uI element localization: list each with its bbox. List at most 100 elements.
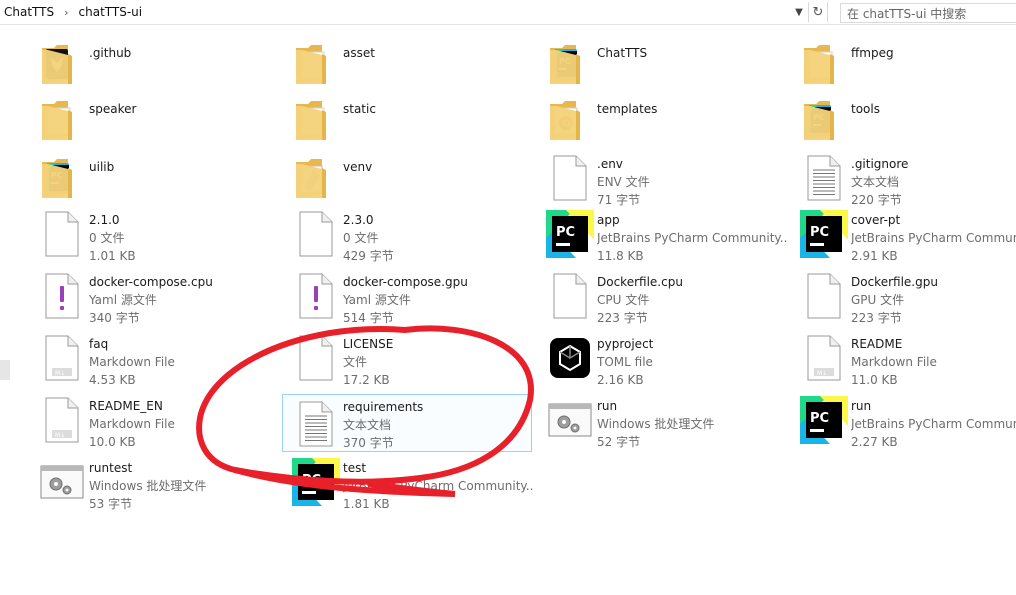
file-size: 1.01 KB	[89, 249, 136, 263]
file-name: pyproject	[597, 337, 654, 351]
file-type: ENV 文件	[597, 175, 650, 189]
file-name: README_EN	[89, 399, 163, 413]
file-details: venv	[343, 158, 533, 176]
file-type: 文本文档	[851, 175, 900, 189]
file-item-faq[interactable]: M↓ faq Markdown File 4.53 KB	[38, 334, 278, 390]
file-item-chattts[interactable]: PCChatTTS	[546, 40, 786, 90]
search-input[interactable]: 在 chatTTS-ui 中搜索	[840, 3, 1016, 23]
file-item-uilib[interactable]: PCuilib	[38, 154, 278, 210]
file-name: faq	[89, 337, 109, 351]
file-item-readme-en[interactable]: M↓ README_EN Markdown File 10.0 KB	[38, 396, 278, 452]
file-item-speaker[interactable]: speaker	[38, 96, 278, 146]
file-item-runtest[interactable]: runtest Windows 批处理文件 53 字节	[38, 458, 278, 514]
file-item-templates[interactable]: templates	[546, 96, 786, 146]
file-type: JetBrains PyCharm Community...	[597, 231, 787, 245]
file-details: README_EN Markdown File 10.0 KB	[89, 397, 279, 451]
file-item-dockerfile-gpu[interactable]: Dockerfile.gpu GPU 文件 223 字节	[800, 272, 1016, 328]
file-item-run[interactable]: PC run JetBrains PyCharm Communit 2.27 KB	[800, 396, 1016, 452]
file-details: .gitignore 文本文档 220 字节	[851, 155, 1016, 209]
file-size: 370 字节	[343, 436, 394, 450]
file-size: 1.81 KB	[343, 497, 390, 511]
file-item-run[interactable]: run Windows 批处理文件 52 字节	[546, 396, 786, 452]
file-details: Dockerfile.gpu GPU 文件 223 字节	[851, 273, 1016, 327]
file-name: 2.1.0	[89, 213, 120, 227]
file-details: ffmpeg	[851, 44, 1016, 62]
file-item-app[interactable]: PC app JetBrains PyCharm Community... 11.8 …	[546, 210, 787, 266]
file-details: run JetBrains PyCharm Communit 2.27 KB	[851, 397, 1016, 451]
refresh-button[interactable]: ↻	[808, 2, 828, 22]
folder-icon	[292, 40, 340, 88]
file-size: 4.53 KB	[89, 373, 136, 387]
file-name: tools	[851, 102, 880, 116]
file-item-cover-pt[interactable]: PC cover-pt JetBrains PyCharm Communit 2.91…	[800, 210, 1016, 266]
file-item-docker-compose-gpu[interactable]: docker-compose.gpu Yaml 源文件 514 字节	[292, 272, 532, 328]
markdown-file-icon: M↓	[38, 334, 86, 382]
file-size: 2.16 KB	[597, 373, 644, 387]
file-size: 514 字节	[343, 311, 394, 325]
file-item-requirements[interactable]: requirements 文本文档 370 字节	[282, 394, 532, 452]
file-type: 0 文件	[343, 231, 379, 245]
navigation-pane-edge[interactable]	[0, 360, 10, 380]
file-item-dockerfile-cpu[interactable]: Dockerfile.cpu CPU 文件 223 字节	[546, 272, 786, 328]
svg-text:M↓: M↓	[817, 370, 827, 377]
text-file-icon	[800, 154, 848, 202]
file-details: runtest Windows 批处理文件 53 字节	[89, 459, 279, 513]
search-placeholder: 在 chatTTS-ui 中搜索	[847, 7, 967, 21]
file-details: ChatTTS	[597, 44, 787, 62]
file-details: Dockerfile.cpu CPU 文件 223 字节	[597, 273, 787, 327]
file-item-docker-compose-cpu[interactable]: docker-compose.cpu Yaml 源文件 340 字节	[38, 272, 278, 328]
file-item-pyproject[interactable]: pyproject TOML file 2.16 KB	[546, 334, 786, 390]
file-details: README Markdown File 11.0 KB	[851, 335, 1016, 389]
file-item--gitignore[interactable]: .gitignore 文本文档 220 字节	[800, 154, 1016, 210]
file-type: Yaml 源文件	[89, 293, 157, 307]
file-item-2-3-0[interactable]: 2.3.0 0 文件 429 字节	[292, 210, 532, 266]
pycharm-icon: PC	[800, 396, 848, 444]
file-item--env[interactable]: .env ENV 文件 71 字节	[546, 154, 786, 210]
file-details: templates	[597, 100, 787, 118]
file-details: static	[343, 100, 533, 118]
file-size: 340 字节	[89, 311, 140, 325]
batch-file-icon	[546, 396, 594, 444]
file-item-test[interactable]: PC test JetBrains PyCharm Community... 1.81…	[292, 458, 533, 514]
file-item-readme[interactable]: M↓ README Markdown File 11.0 KB	[800, 334, 1016, 390]
file-type: 文件	[343, 355, 368, 369]
file-item-ffmpeg[interactable]: ffmpeg	[800, 40, 1016, 90]
refresh-icon: ↻	[812, 4, 824, 20]
file-type: JetBrains PyCharm Communit	[851, 417, 1016, 431]
file-type: Markdown File	[851, 355, 937, 369]
file-size: 17.2 KB	[343, 373, 390, 387]
file-details: tools	[851, 100, 1016, 118]
breadcrumb-item-chattts-ui[interactable]: chatTTS-ui	[75, 5, 147, 19]
file-name: Dockerfile.cpu	[597, 275, 683, 289]
file-type: GPU 文件	[851, 293, 905, 307]
history-dropdown-button[interactable]: ▼	[792, 4, 806, 20]
file-name: app	[597, 213, 620, 227]
file-name: venv	[343, 160, 373, 174]
file-details: .env ENV 文件 71 字节	[597, 155, 787, 209]
file-item-asset[interactable]: asset	[292, 40, 532, 90]
file-item-static[interactable]: static	[292, 96, 532, 146]
file-item-venv[interactable]: venv	[292, 154, 532, 210]
file-details: faq Markdown File 4.53 KB	[89, 335, 279, 389]
file-size: 429 字节	[343, 249, 394, 263]
file-size: 223 字节	[851, 311, 902, 325]
file-item-2-1-0[interactable]: 2.1.0 0 文件 1.01 KB	[38, 210, 278, 266]
file-item-license[interactable]: LICENSE 文件 17.2 KB	[292, 334, 532, 390]
breadcrumb-item-chattts[interactable]: ChatTTS	[0, 5, 58, 19]
file-details: docker-compose.cpu Yaml 源文件 340 字节	[89, 273, 279, 327]
file-name: .github	[89, 46, 132, 60]
svg-text:PC: PC	[810, 225, 829, 240]
file-size: 11.8 KB	[597, 249, 644, 263]
file-type: JetBrains PyCharm Communit	[851, 231, 1016, 245]
chevron-right-icon[interactable]: ›	[58, 6, 74, 19]
address-bar[interactable]: ChatTTS › chatTTS-ui ▼ ↻ 在 chatTTS-ui 中搜…	[0, 0, 1016, 25]
file-item--github[interactable]: .github	[38, 40, 278, 90]
file-item-tools[interactable]: PCtools	[800, 96, 1016, 146]
file-name: requirements	[343, 400, 424, 414]
file-type: CPU 文件	[597, 293, 650, 307]
file-type: 文本文档	[343, 418, 392, 432]
file-name: cover-pt	[851, 213, 901, 227]
file-details: LICENSE 文件 17.2 KB	[343, 335, 533, 389]
svg-text:PC: PC	[556, 225, 575, 240]
blank-file-icon	[800, 272, 848, 320]
